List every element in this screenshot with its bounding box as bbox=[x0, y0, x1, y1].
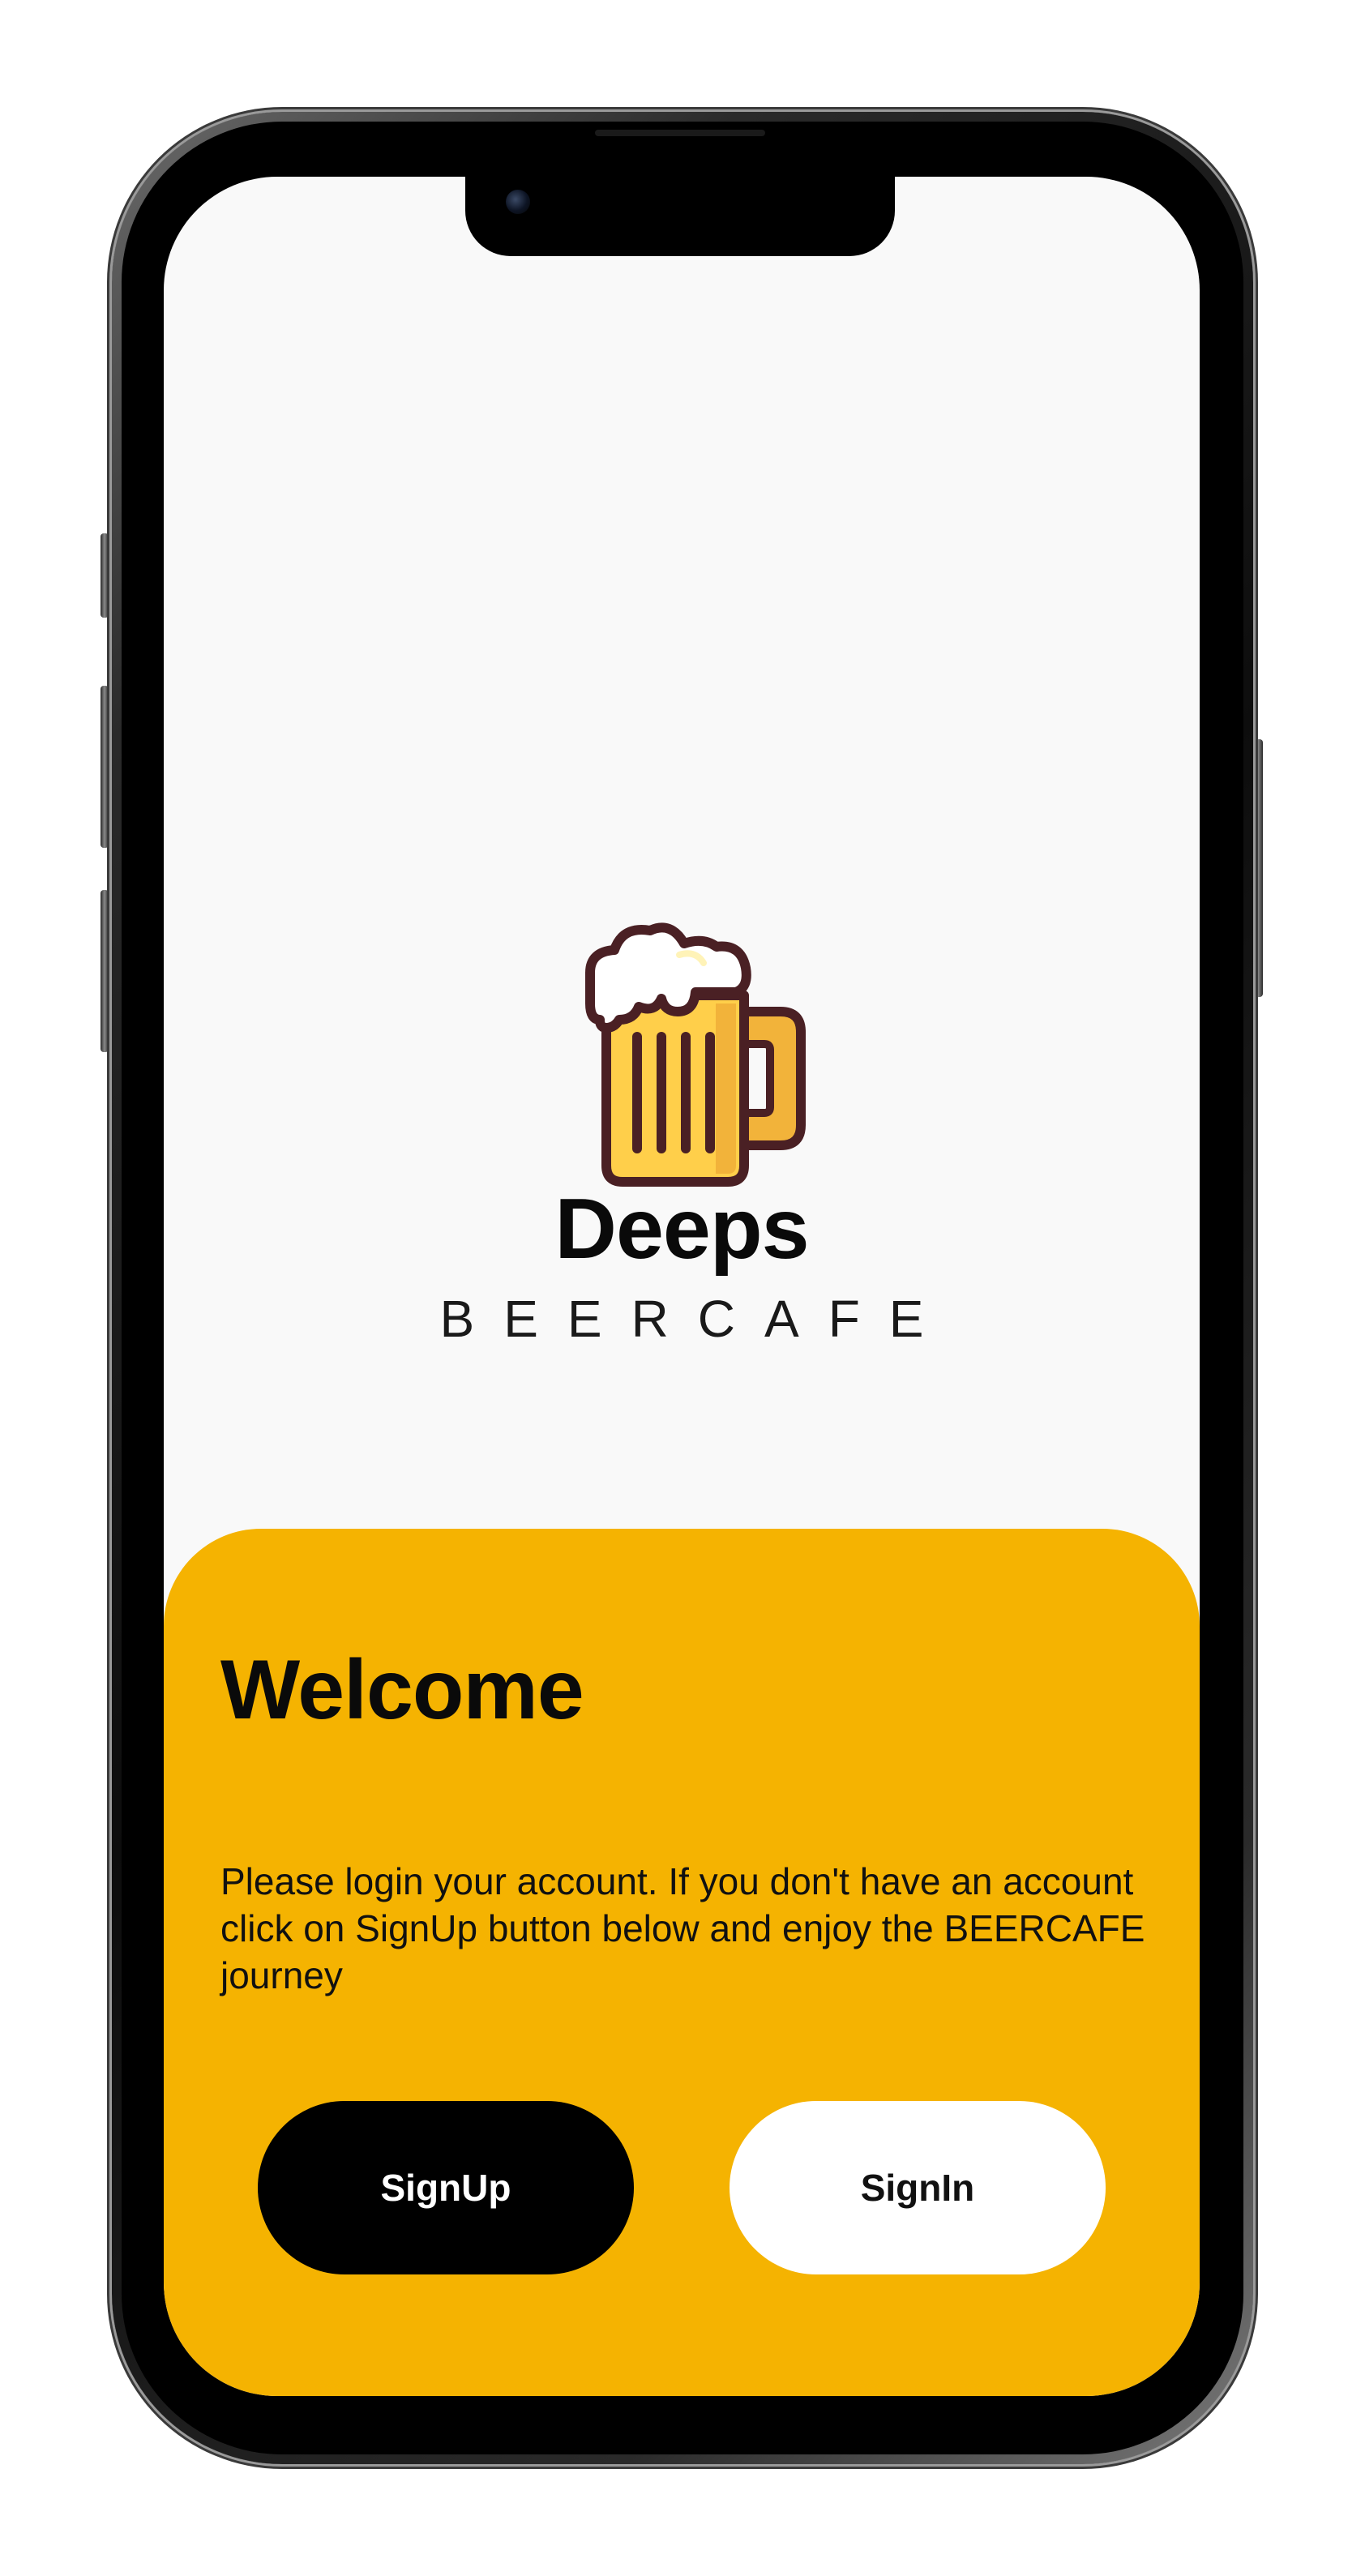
device-mockup: Deeps BEERCAFE Welcome Please login your… bbox=[0, 0, 1365, 2576]
earpiece-speaker bbox=[595, 130, 765, 136]
power-button bbox=[1253, 739, 1263, 997]
front-camera bbox=[506, 190, 530, 214]
notch bbox=[465, 177, 895, 256]
mute-switch bbox=[101, 533, 109, 618]
signin-button[interactable]: SignIn bbox=[730, 2101, 1106, 2274]
welcome-description: Please login your account. If you don't … bbox=[220, 1860, 1145, 1996]
signup-button[interactable]: SignUp bbox=[258, 2101, 634, 2274]
app-screen: Deeps BEERCAFE Welcome Please login your… bbox=[164, 177, 1200, 2396]
volume-down-button bbox=[101, 890, 109, 1052]
welcome-heading: Welcome bbox=[220, 1643, 584, 1737]
volume-up-button bbox=[101, 686, 109, 848]
brand-subtitle: BEERCAFE bbox=[439, 1290, 953, 1348]
brand-title: Deeps bbox=[554, 1181, 809, 1277]
beer-mug-icon bbox=[585, 922, 806, 1187]
welcome-panel: Welcome Please login your account. If yo… bbox=[164, 1529, 1200, 2396]
